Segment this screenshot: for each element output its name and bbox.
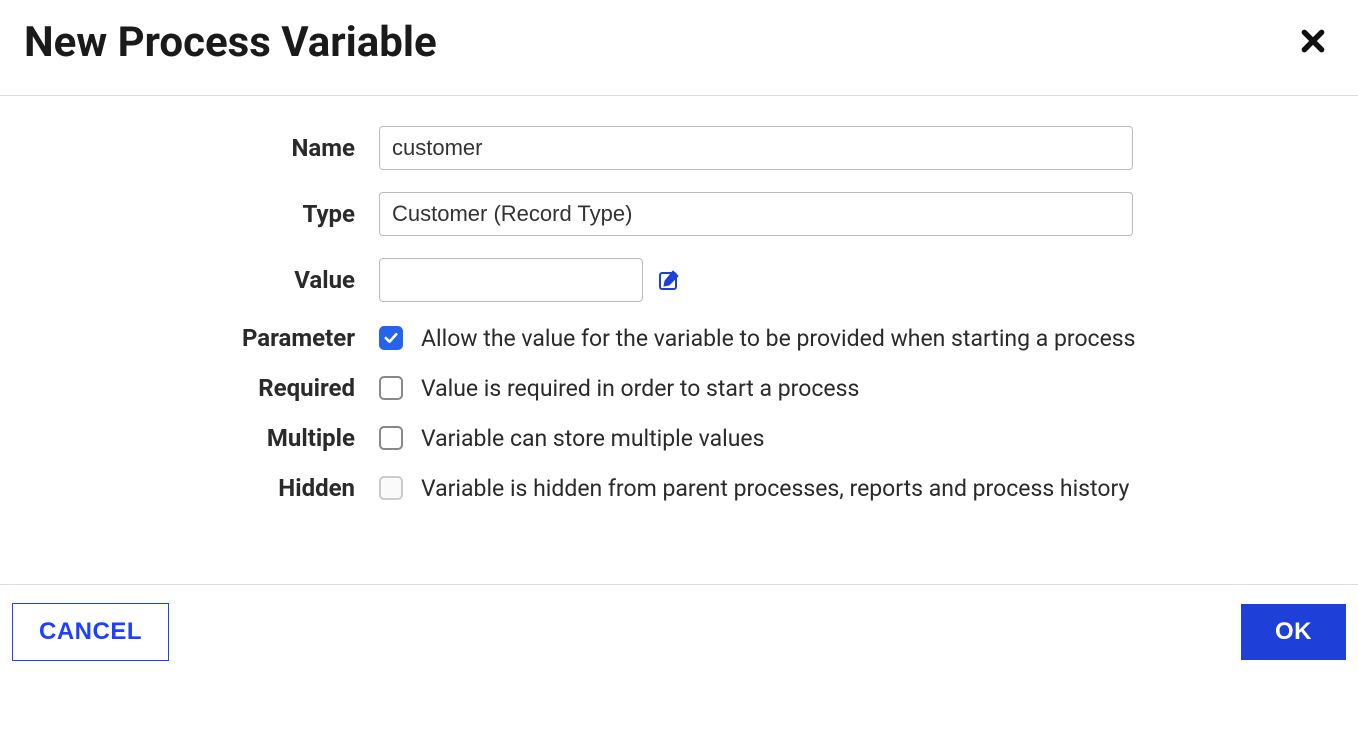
ok-button[interactable]: OK (1241, 604, 1346, 660)
row-hidden: Hidden Variable is hidden from parent pr… (24, 474, 1334, 502)
label-value: Value (24, 266, 379, 294)
name-input[interactable] (379, 126, 1133, 170)
new-process-variable-dialog: New Process Variable Name Type Value (0, 0, 1358, 679)
cancel-button[interactable]: CANCEL (12, 603, 169, 661)
label-required: Required (24, 374, 379, 402)
type-input[interactable] (379, 192, 1133, 236)
dialog-header: New Process Variable (0, 0, 1358, 96)
row-parameter: Parameter Allow the value for the variab… (24, 324, 1334, 352)
required-text: Value is required in order to start a pr… (421, 375, 859, 402)
dialog-footer: CANCEL OK (0, 584, 1358, 679)
multiple-checkbox[interactable] (379, 426, 403, 450)
label-multiple: Multiple (24, 424, 379, 452)
row-required: Required Value is required in order to s… (24, 374, 1334, 402)
label-type: Type (24, 200, 379, 228)
required-checkbox[interactable] (379, 376, 403, 400)
parameter-text: Allow the value for the variable to be p… (421, 325, 1136, 352)
edit-expression-icon[interactable] (657, 268, 681, 292)
row-multiple: Multiple Variable can store multiple val… (24, 424, 1334, 452)
multiple-text: Variable can store multiple values (421, 425, 764, 452)
dialog-title: New Process Variable (24, 18, 437, 67)
close-icon[interactable] (1292, 23, 1334, 63)
hidden-checkbox (379, 476, 403, 500)
label-parameter: Parameter (24, 324, 379, 352)
row-name: Name (24, 126, 1334, 170)
label-name: Name (24, 134, 379, 162)
row-type: Type (24, 192, 1334, 236)
value-input[interactable] (379, 258, 643, 302)
hidden-text: Variable is hidden from parent processes… (421, 475, 1129, 502)
row-value: Value (24, 258, 1334, 302)
dialog-body: Name Type Value (0, 96, 1358, 584)
label-hidden: Hidden (24, 474, 379, 502)
parameter-checkbox[interactable] (379, 326, 403, 350)
